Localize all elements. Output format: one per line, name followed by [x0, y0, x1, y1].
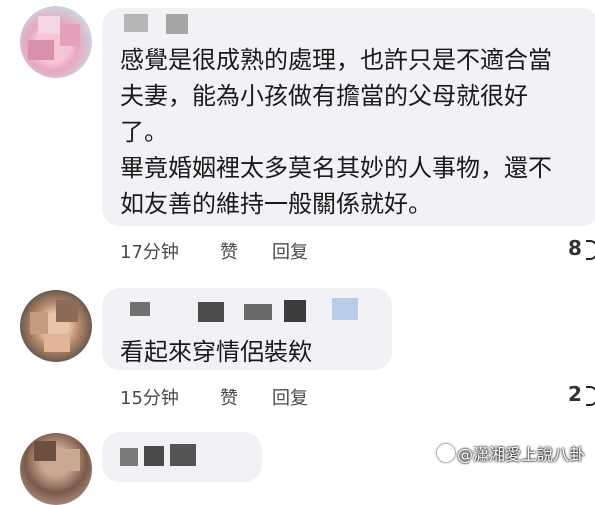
- blurred-username: [170, 444, 196, 466]
- replies-icon[interactable]: [586, 386, 595, 406]
- avatar[interactable]: [20, 433, 92, 505]
- blurred-username: [332, 298, 358, 320]
- blurred-username: [144, 446, 164, 466]
- comment-text-line: 夫妻，能為小孩做有擔當的父母就很好: [120, 82, 528, 110]
- watermark-text: @瀟湘愛上說八卦: [456, 445, 585, 464]
- replies-icon[interactable]: [586, 240, 595, 260]
- comment-time: 17分钟: [120, 242, 179, 263]
- avatar[interactable]: [20, 290, 92, 362]
- blurred-username: [120, 448, 138, 466]
- blurred-username: [244, 304, 272, 320]
- watermark: @瀟湘愛上說八卦: [436, 441, 585, 465]
- comment-text-line: 如友善的維持一般關係就好。: [120, 190, 432, 218]
- blurred-username: [284, 300, 306, 322]
- avatar[interactable]: [20, 6, 92, 78]
- blurred-username: [166, 14, 188, 34]
- like-button[interactable]: 赞: [220, 238, 238, 264]
- comment-text-line: 感覺是很成熟的處理，也許只是不適合當: [120, 46, 552, 74]
- comment-time: 15分钟: [120, 388, 179, 409]
- blurred-username: [198, 302, 224, 322]
- comment-text-line: 了。: [120, 118, 168, 146]
- blurred-username: [124, 14, 148, 32]
- reply-button[interactable]: 回复: [272, 384, 308, 410]
- reply-count[interactable]: 2: [568, 382, 582, 406]
- blurred-username: [130, 302, 150, 316]
- like-button[interactable]: 赞: [220, 384, 238, 410]
- reply-button[interactable]: 回复: [272, 238, 308, 264]
- search-icon: [436, 444, 455, 462]
- reply-count[interactable]: 8: [568, 236, 582, 260]
- comment-text-line: 看起來穿情侶裝欸: [120, 338, 312, 366]
- comment-text-line: 畢竟婚姻裡太多莫名其妙的人事物，還不: [120, 154, 552, 182]
